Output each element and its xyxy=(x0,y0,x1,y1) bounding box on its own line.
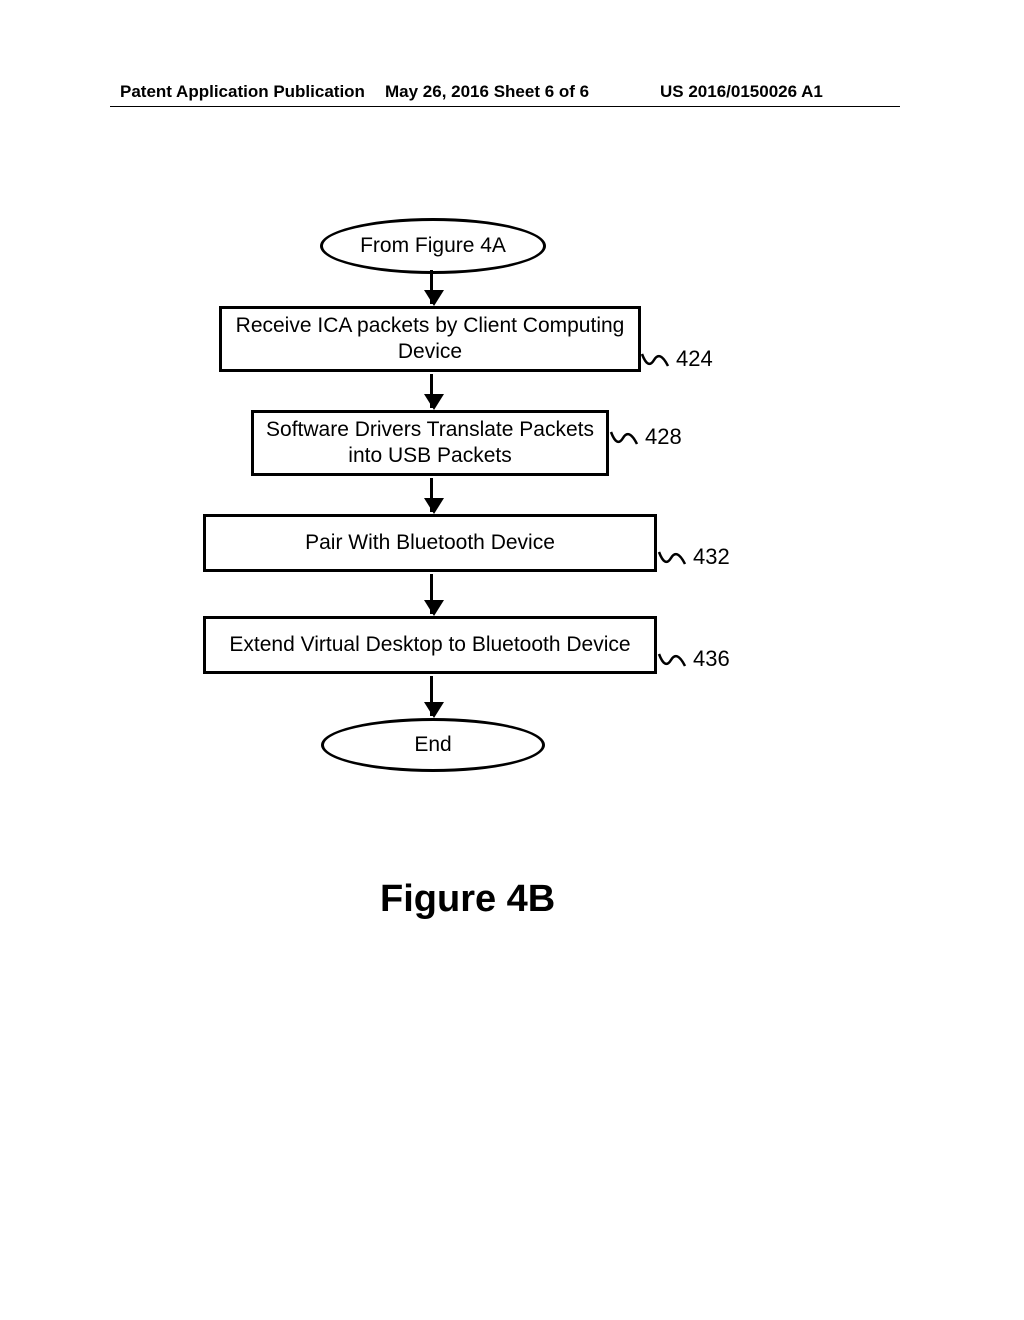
terminator-end-label: End xyxy=(414,733,451,757)
step-436: Extend Virtual Desktop to Bluetooth Devi… xyxy=(203,616,657,674)
step-432-text: Pair With Bluetooth Device xyxy=(305,530,555,556)
terminator-start-label: From Figure 4A xyxy=(360,234,506,258)
arrow-436-to-end xyxy=(430,676,433,716)
ref-424: 424 xyxy=(676,346,713,372)
ref-436: 436 xyxy=(693,646,730,672)
terminator-start: From Figure 4A xyxy=(320,218,546,274)
step-432: Pair With Bluetooth Device xyxy=(203,514,657,572)
step-428-text: Software Drivers Translate Packets into … xyxy=(260,417,600,470)
ref-connector-424 xyxy=(640,350,670,374)
ref-432: 432 xyxy=(693,544,730,570)
step-436-text: Extend Virtual Desktop to Bluetooth Devi… xyxy=(229,632,630,658)
ref-428: 428 xyxy=(645,424,682,450)
arrow-432-to-436 xyxy=(430,574,433,614)
ref-connector-428 xyxy=(609,428,639,452)
figure-caption: Figure 4B xyxy=(380,878,555,921)
ref-connector-432 xyxy=(657,548,687,572)
arrow-start-to-424 xyxy=(430,270,433,304)
patent-page: Patent Application Publication May 26, 2… xyxy=(0,0,1024,1320)
terminator-end: End xyxy=(321,718,545,772)
arrow-428-to-432 xyxy=(430,478,433,512)
step-428: Software Drivers Translate Packets into … xyxy=(251,410,609,476)
step-424-text: Receive ICA packets by Client Computing … xyxy=(228,313,632,366)
arrow-424-to-428 xyxy=(430,374,433,408)
ref-connector-436 xyxy=(657,650,687,674)
flowchart-figure-4b: From Figure 4A Receive ICA packets by Cl… xyxy=(0,0,1024,1320)
step-424: Receive ICA packets by Client Computing … xyxy=(219,306,641,372)
